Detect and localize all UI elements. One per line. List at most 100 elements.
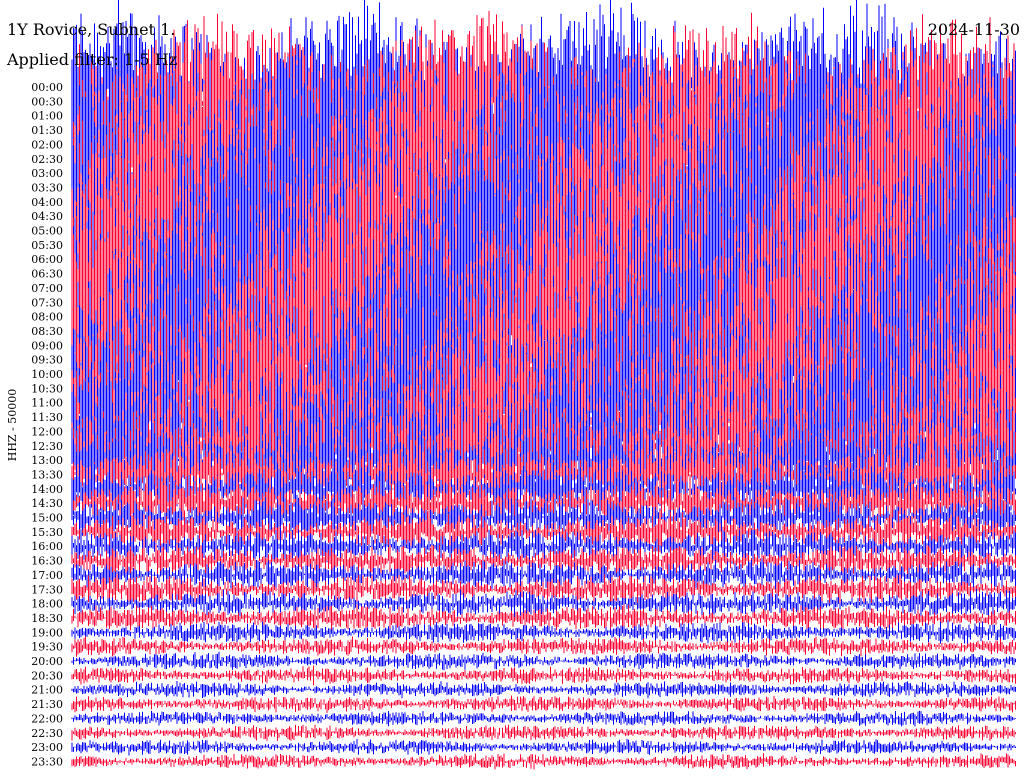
y-tick-label: 09:00	[31, 339, 63, 352]
trace-row	[71, 125, 1016, 310]
trace-row	[71, 651, 1016, 671]
trace-row	[71, 351, 1016, 484]
trace-row	[71, 439, 1016, 509]
y-tick-label: 02:00	[31, 138, 63, 151]
y-tick-label: 15:00	[31, 512, 63, 525]
trace-row	[71, 510, 1016, 554]
y-tick-label: 13:30	[31, 468, 63, 481]
y-tick-label: 01:30	[31, 124, 63, 137]
trace-row	[71, 604, 1016, 632]
trace-row	[71, 665, 1016, 686]
trace-row	[71, 64, 1016, 247]
y-tick-label: 06:00	[31, 253, 63, 266]
y-tick-label: 04:30	[31, 210, 63, 223]
chart-title-station: 1Y Rovice, Subnet 1.	[7, 20, 176, 39]
trace-row	[71, 52, 1016, 237]
trace-row	[71, 0, 1016, 181]
trace-row	[71, 224, 1016, 412]
chart-subtitle-filter: Applied filter: 1-5 Hz	[7, 50, 178, 69]
trace-row	[71, 527, 1016, 565]
y-tick-label: 23:30	[31, 755, 63, 768]
y-tick-label: 02:30	[31, 153, 63, 166]
trace-row	[71, 176, 1016, 365]
trace-layer	[71, 0, 1016, 770]
y-tick-label: 03:30	[31, 181, 63, 194]
y-tick-label: 18:30	[31, 612, 63, 625]
trace-row	[71, 265, 1016, 456]
trace-row	[71, 115, 1016, 299]
trace-row	[71, 710, 1016, 727]
y-tick-label: 17:30	[31, 583, 63, 596]
trace-row	[71, 94, 1016, 280]
y-tick-label: 14:00	[31, 483, 63, 496]
y-tick-label: 08:00	[31, 311, 63, 324]
trace-row	[71, 636, 1016, 657]
y-tick-label: 20:30	[31, 669, 63, 682]
trace-row	[71, 543, 1016, 578]
trace-row	[71, 494, 1016, 543]
trace-row	[71, 558, 1016, 591]
y-axis-tick-labels: 00:0000:30 01:0001:3002:00 02:3003:0003:30…	[31, 81, 63, 768]
y-tick-label: 05:00	[31, 225, 63, 238]
y-tick-label: 00:30	[31, 95, 63, 108]
trace-row	[71, 196, 1016, 378]
y-tick-label: 01:00	[31, 110, 63, 123]
y-tick-label: 14:30	[31, 497, 63, 510]
y-tick-label: 23:00	[31, 741, 63, 754]
trace-row	[71, 573, 1016, 606]
chart-title-date: 2024-11-30	[927, 20, 1020, 39]
trace-row	[71, 681, 1016, 699]
y-tick-label: 19:00	[31, 626, 63, 639]
trace-row	[71, 412, 1016, 505]
trace-row	[71, 205, 1016, 398]
trace-row	[71, 389, 1016, 504]
y-tick-label: 11:00	[31, 397, 63, 410]
y-tick-label: 08:30	[31, 325, 63, 338]
y-axis-label: HHZ - 50000	[6, 389, 19, 462]
trace-row	[71, 315, 1016, 461]
y-tick-label: 04:00	[31, 196, 63, 209]
trace-row	[71, 168, 1016, 355]
y-tick-label: 11:30	[31, 411, 63, 424]
y-tick-label: 12:30	[31, 440, 63, 453]
y-tick-label: 19:30	[31, 641, 63, 654]
trace-row	[71, 22, 1016, 208]
trace-row	[71, 290, 1016, 458]
y-tick-label: 21:00	[31, 684, 63, 697]
trace-row	[71, 724, 1016, 741]
helicorder-plot: 00:0000:30 01:0001:3002:00 02:3003:0003:30…	[6, 0, 1016, 770]
y-tick-label: 22:00	[31, 712, 63, 725]
y-tick-label: 06:30	[31, 268, 63, 281]
trace-row	[71, 476, 1016, 530]
y-tick-label: 10:30	[31, 382, 63, 395]
trace-row	[71, 78, 1016, 267]
trace-row	[71, 327, 1016, 476]
trace-row	[71, 371, 1016, 493]
y-tick-label: 15:30	[31, 526, 63, 539]
y-tick-label: 17:00	[31, 569, 63, 582]
y-tick-label: 16:00	[31, 540, 63, 553]
y-tick-label: 10:00	[31, 368, 63, 381]
y-tick-label: 05:30	[31, 239, 63, 252]
trace-row	[71, 10, 1016, 196]
y-tick-label: 18:00	[31, 598, 63, 611]
trace-row	[71, 753, 1016, 770]
trace-row	[71, 37, 1016, 226]
trace-row	[71, 459, 1016, 520]
trace-row	[71, 620, 1016, 644]
y-tick-label: 22:30	[31, 727, 63, 740]
trace-row	[71, 695, 1016, 713]
trace-row	[71, 156, 1016, 331]
trace-row	[71, 139, 1016, 320]
y-tick-label: 13:00	[31, 454, 63, 467]
y-tick-label: 21:30	[31, 698, 63, 711]
y-tick-label: 07:00	[31, 282, 63, 295]
y-tick-label: 09:30	[31, 354, 63, 367]
y-tick-label: 07:30	[31, 296, 63, 309]
y-tick-label: 16:30	[31, 555, 63, 568]
y-tick-label: 00:00	[31, 81, 63, 94]
trace-row	[71, 738, 1016, 756]
y-tick-label: 20:00	[31, 655, 63, 668]
trace-row	[71, 240, 1016, 421]
trace-row	[71, 251, 1016, 435]
